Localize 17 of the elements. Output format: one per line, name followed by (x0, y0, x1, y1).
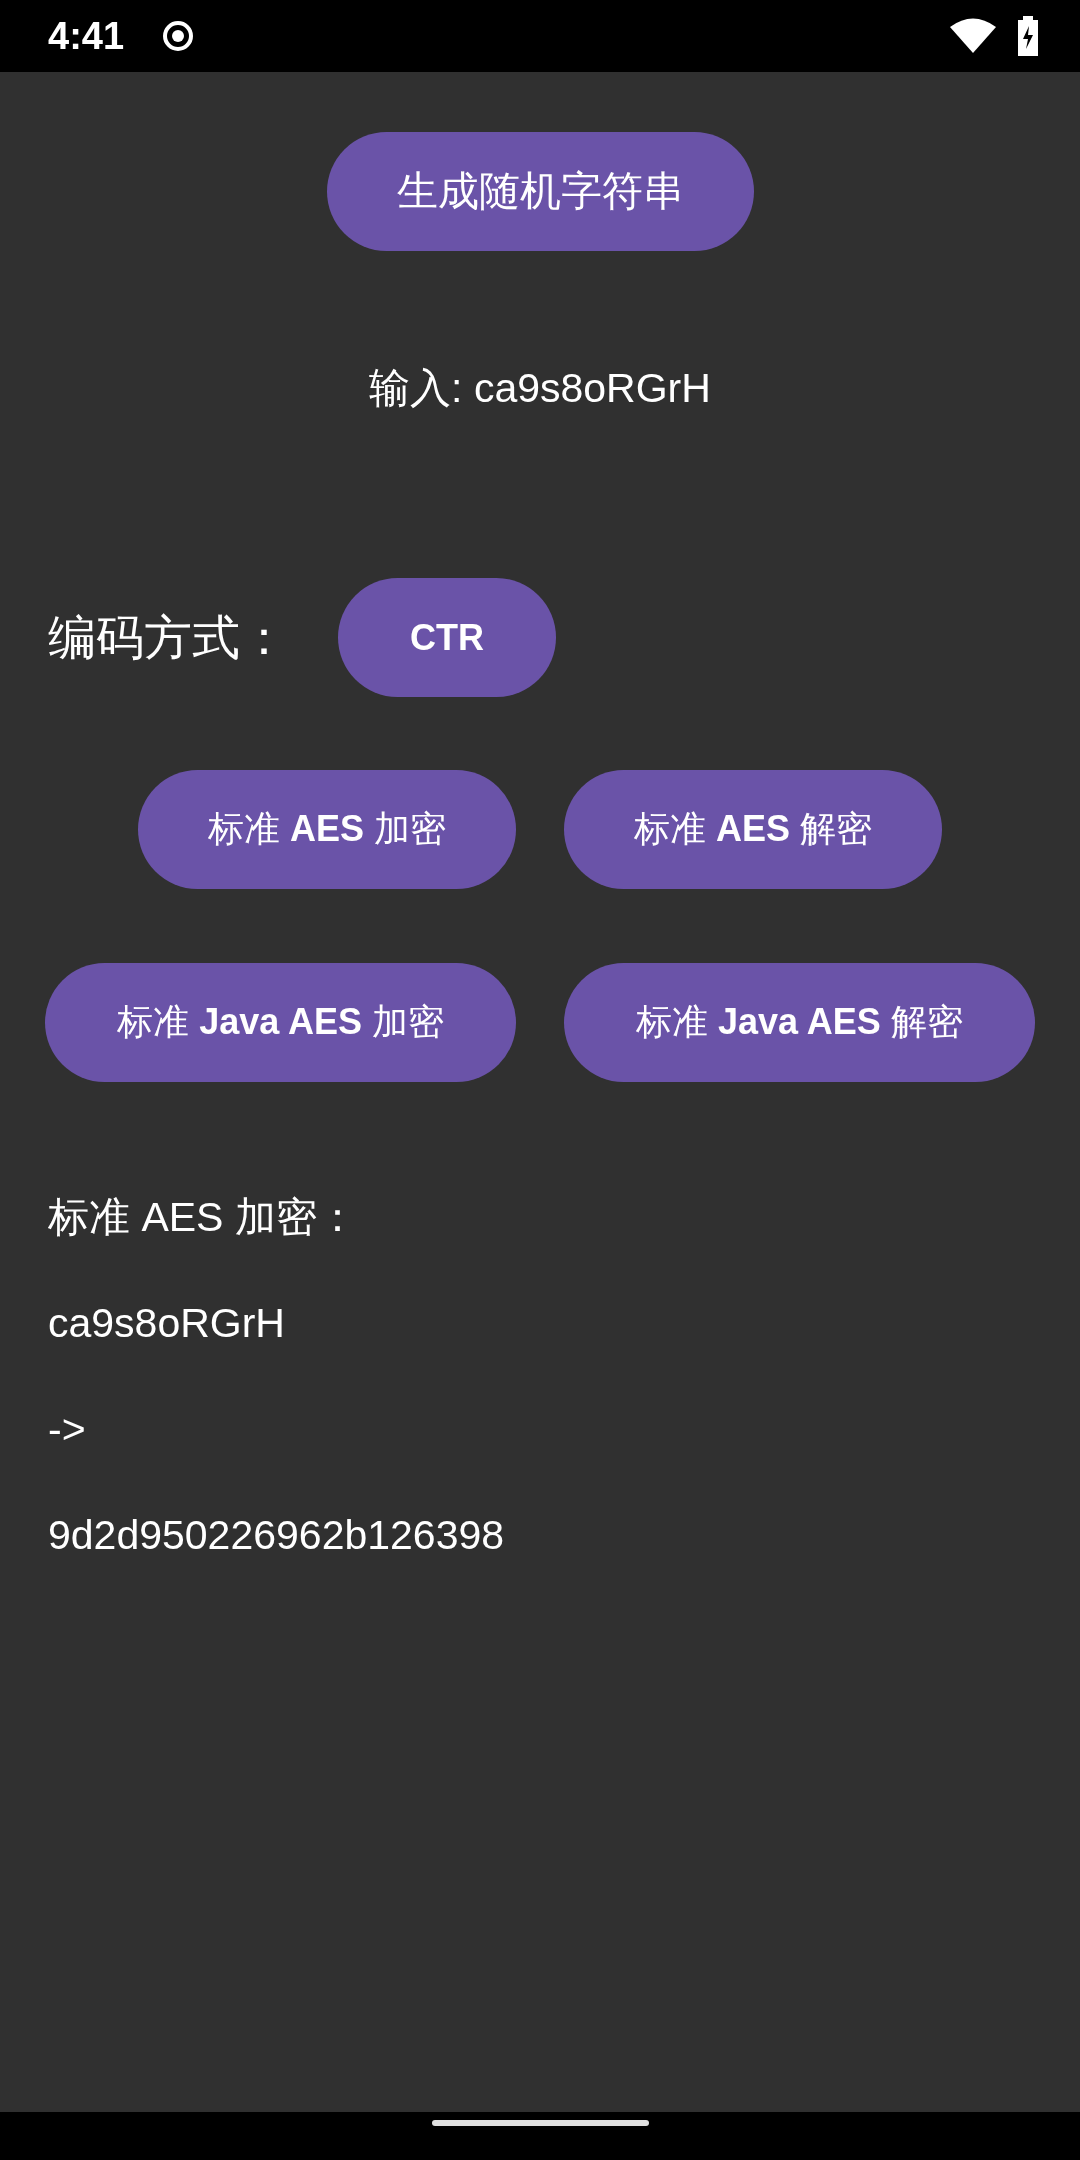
action-button[interactable]: 标准 Java AES 加密 (45, 963, 516, 1082)
wifi-icon (950, 18, 996, 54)
output-text: ca9s8oRGrH (48, 1299, 286, 1348)
status-time: 4:41 (48, 14, 125, 58)
generate-button[interactable]: 生成随机字符串 (326, 132, 754, 251)
output-text: 9d2d950226962b126398 (48, 1511, 506, 1560)
action-button[interactable]: 标准 AES 解密 (564, 770, 943, 889)
mode-button[interactable]: CTR (338, 578, 556, 697)
action-button[interactable]: 标准 AES 加密 (137, 770, 516, 889)
mode-label: 编码方式： (48, 609, 288, 666)
input-text: 输入: ca9s8oRGrH (368, 364, 712, 413)
battery-icon (1016, 16, 1040, 56)
target-icon (162, 20, 195, 52)
home-handle[interactable] (431, 2120, 649, 2126)
action-button[interactable]: 标准 Java AES 解密 (564, 963, 1035, 1082)
output-text: -> (48, 1405, 87, 1454)
output-text: 标准 AES 加密： (48, 1193, 359, 1242)
